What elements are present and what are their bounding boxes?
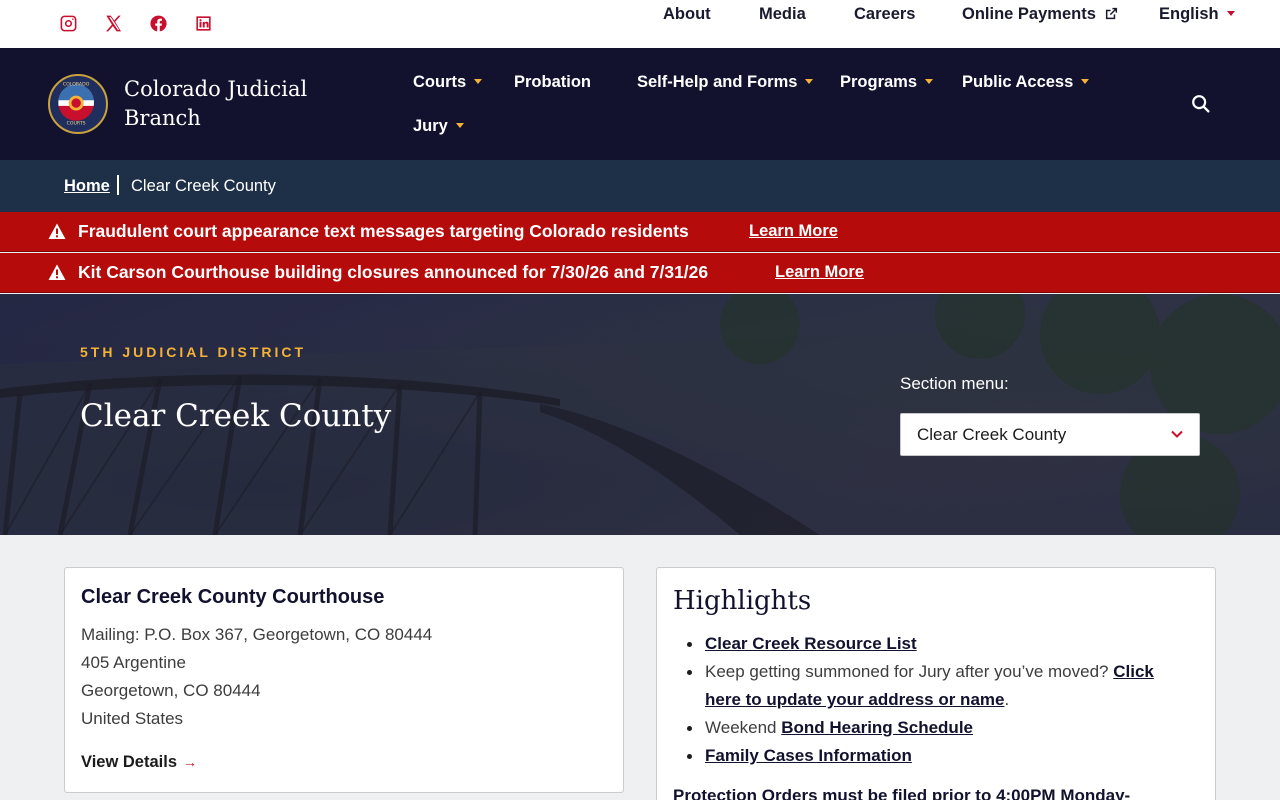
- caret-down-icon: [1081, 79, 1090, 85]
- site-brand[interactable]: Colorado Judicial Branch: [124, 75, 307, 133]
- language-selector[interactable]: English: [1159, 5, 1235, 24]
- arrow-right-icon: →: [183, 754, 197, 770]
- section-menu-value: Clear Creek County: [917, 425, 1067, 444]
- instagram-icon[interactable]: [58, 12, 78, 34]
- protection-orders-text: must be filed prior to 4:00PM Monday-: [822, 786, 1131, 800]
- courthouse-title: Clear Creek County Courthouse: [81, 586, 385, 608]
- x-icon[interactable]: [103, 12, 123, 34]
- caret-down-icon: [805, 79, 814, 85]
- highlights-card: Highlights Clear Creek Resource List Kee…: [656, 567, 1216, 800]
- protection-orders-link[interactable]: Protection Orders: [673, 786, 818, 800]
- nav-probation[interactable]: Probation: [514, 73, 591, 92]
- brand-line-1: Colorado Judicial: [124, 77, 308, 101]
- nav-self-help[interactable]: Self-Help and Forms: [637, 73, 814, 92]
- media-link[interactable]: Media: [759, 5, 806, 24]
- highlights-title: Highlights: [673, 586, 812, 616]
- social-links: [58, 12, 238, 34]
- search-button[interactable]: [1190, 93, 1214, 117]
- alert-learn-more-link[interactable]: Learn More: [749, 222, 838, 241]
- colorado-courts-seal-logo[interactable]: COLORADO COURTS: [48, 74, 108, 134]
- breadcrumb-separator: [117, 175, 119, 195]
- online-payments-label: Online Payments: [962, 4, 1096, 23]
- alert-message: Fraudulent court appearance text message…: [78, 221, 689, 241]
- chevron-down-icon: [1171, 430, 1183, 438]
- seal-text-bottom: COURTS: [67, 121, 86, 127]
- view-details-label: View Details: [81, 753, 177, 771]
- breadcrumb: Home Clear Creek County: [0, 160, 1280, 212]
- resource-list-link[interactable]: Clear Creek Resource List: [705, 634, 917, 653]
- update-address-link-part2[interactable]: here to update your address or name: [705, 690, 1004, 709]
- search-icon: [1192, 95, 1210, 113]
- nav-public-access[interactable]: Public Access: [962, 73, 1090, 92]
- judicial-district-label: 5TH JUDICIAL DISTRICT: [80, 344, 307, 360]
- nav-self-help-label: Self-Help and Forms: [637, 73, 798, 91]
- section-menu-select[interactable]: Clear Creek County: [900, 413, 1200, 456]
- alert-banner: Kit Carson Courthouse building closures …: [0, 253, 1280, 293]
- alert-banner: Fraudulent court appearance text message…: [0, 212, 1280, 252]
- family-cases-link[interactable]: Family Cases Information: [705, 746, 912, 765]
- nav-programs-label: Programs: [840, 73, 918, 91]
- breadcrumb-home-link[interactable]: Home: [64, 177, 110, 196]
- weekend-text: Weekend: [705, 718, 777, 737]
- page-title: Clear Creek County: [80, 398, 392, 434]
- alert-message: Kit Carson Courthouse building closures …: [78, 262, 709, 282]
- jury-text: Keep getting summoned for Jury after you…: [705, 662, 1109, 681]
- bond-hearing-link[interactable]: Bond Hearing Schedule: [781, 718, 973, 737]
- utility-bar: About Media Careers Online Payments Engl…: [0, 0, 1280, 48]
- update-address-link-part1[interactable]: Click: [1113, 662, 1154, 681]
- caret-down-icon: [455, 123, 464, 129]
- language-label: English: [1159, 4, 1219, 23]
- courthouse-street: 405 Argentine: [81, 653, 186, 672]
- breadcrumb-current: Clear Creek County: [131, 177, 276, 195]
- protection-orders-note: Protection Orders must be filed prior to…: [673, 786, 1203, 800]
- courthouse-card: Clear Creek County Courthouse Mailing: P…: [64, 567, 624, 793]
- nav-courts[interactable]: Courts: [413, 73, 483, 92]
- careers-link[interactable]: Careers: [854, 5, 915, 24]
- list-item: Keep getting summoned for Jury after you…: [673, 658, 1193, 714]
- nav-probation-label: Probation: [514, 73, 591, 91]
- warning-icon: [48, 223, 66, 239]
- courthouse-country: United States: [81, 709, 184, 728]
- brand-line-2: Branch: [124, 106, 201, 130]
- courthouse-mailing: Mailing: P.O. Box 367, Georgetown, CO 80…: [81, 625, 433, 644]
- nav-jury-label: Jury: [413, 117, 448, 135]
- nav-programs[interactable]: Programs: [840, 73, 934, 92]
- linkedin-icon[interactable]: [193, 12, 213, 34]
- main-header: COLORADO COURTS Colorado Judicial Branch…: [0, 48, 1280, 160]
- nav-public-access-label: Public Access: [962, 73, 1074, 91]
- list-item: Clear Creek Resource List: [673, 630, 1193, 658]
- view-details-link[interactable]: View Details →: [81, 753, 197, 772]
- highlights-list: Clear Creek Resource List Keep getting s…: [673, 630, 1193, 770]
- facebook-icon[interactable]: [148, 12, 168, 34]
- nav-courts-label: Courts: [413, 73, 467, 91]
- external-link-icon: [1106, 7, 1118, 19]
- courthouse-city: Georgetown, CO 80444: [81, 681, 261, 700]
- caret-down-icon: [925, 79, 934, 85]
- seal-text-top: COLORADO: [63, 81, 90, 87]
- caret-down-icon: [1226, 10, 1235, 16]
- list-item: Weekend Bond Hearing Schedule: [673, 714, 1193, 742]
- list-item: Family Cases Information: [673, 742, 1193, 770]
- about-link[interactable]: About: [663, 5, 711, 24]
- caret-down-icon: [474, 79, 483, 85]
- section-menu-label: Section menu:: [900, 374, 1009, 393]
- nav-jury[interactable]: Jury: [413, 117, 464, 136]
- alert-learn-more-link[interactable]: Learn More: [775, 263, 864, 282]
- warning-icon: [48, 264, 66, 280]
- hero-banner: 5TH JUDICIAL DISTRICT Clear Creek County…: [0, 294, 1280, 535]
- online-payments-link[interactable]: Online Payments: [962, 5, 1118, 24]
